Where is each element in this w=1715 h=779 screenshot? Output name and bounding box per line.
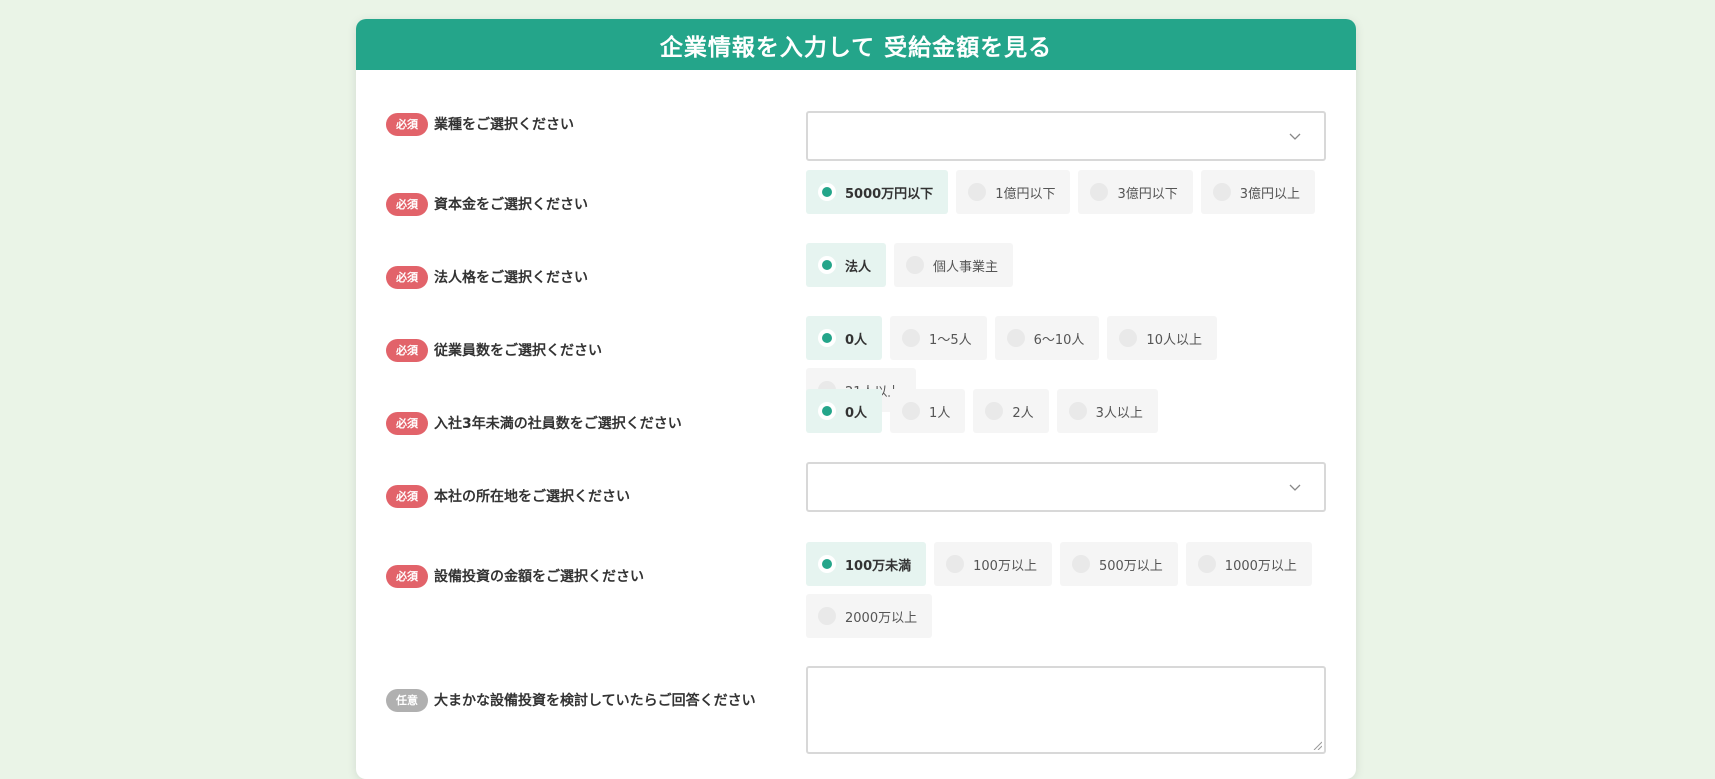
radio-icon: [985, 402, 1004, 420]
location-select[interactable]: [806, 462, 1326, 512]
field-label-text: 法人格をご選択ください: [434, 270, 588, 286]
radio-icon: [1090, 183, 1109, 201]
radio-option[interactable]: 0人: [806, 389, 883, 433]
field-label-text: 従業員数をご選択ください: [434, 343, 602, 359]
radio-option[interactable]: 1億円以下: [956, 170, 1071, 214]
radio-icon: [1197, 555, 1216, 573]
radio-option[interactable]: 1人: [890, 389, 966, 433]
radio-selected-icon: [818, 183, 836, 201]
radio-icon: [1119, 329, 1138, 347]
radio-icon: [818, 607, 836, 625]
radio-icon: [1071, 555, 1090, 573]
radio-option[interactable]: 2000万以上: [806, 594, 933, 638]
resize-handle-icon[interactable]: [1312, 740, 1322, 750]
radio-icon: [902, 402, 921, 420]
field-label-investment-detail: 任意 大まかな設備投資を検討していたらご回答ください: [386, 688, 756, 712]
field-label-text: 入社3年未満の社員数をご選択ください: [434, 416, 682, 432]
radio-option[interactable]: 500万以上: [1059, 542, 1178, 586]
new-employees-options: 0人 1人 2人 3人以上: [806, 389, 1326, 433]
chevron-down-icon: [1289, 484, 1301, 491]
field-label-capital: 必須 資本金をご選択ください: [386, 192, 588, 216]
field-label-text: 本社の所在地をご選択ください: [434, 489, 630, 505]
required-badge: 必須: [386, 564, 428, 588]
entity-options: 法人 個人事業主: [806, 243, 1326, 287]
field-label-text: 大まかな設備投資を検討していたらご回答ください: [434, 693, 756, 709]
radio-option[interactable]: 6～10人: [994, 316, 1100, 360]
field-label-location: 必須 本社の所在地をご選択ください: [386, 484, 630, 508]
radio-option[interactable]: 10人以上: [1107, 316, 1217, 360]
radio-option[interactable]: 100万未満: [806, 542, 927, 586]
radio-icon: [946, 555, 965, 573]
required-badge: 必須: [386, 112, 428, 136]
required-badge: 必須: [386, 338, 428, 362]
required-badge: 必須: [386, 411, 428, 435]
radio-selected-icon: [818, 329, 836, 347]
field-label-text: 設備投資の金額をご選択ください: [434, 569, 644, 585]
form-card: 企業情報を入力して 受給金額を見る 必須 業種をご選択ください 必須 資本金をご…: [356, 19, 1356, 779]
field-label-employees: 必須 従業員数をご選択ください: [386, 338, 602, 362]
radio-icon: [1068, 402, 1087, 420]
radio-selected-icon: [818, 402, 836, 420]
radio-option[interactable]: 3人以上: [1056, 389, 1158, 433]
field-label-entity: 必須 法人格をご選択ください: [386, 265, 588, 289]
radio-option[interactable]: 3億円以下: [1078, 170, 1193, 214]
radio-icon: [1212, 183, 1231, 201]
investment-detail-textarea[interactable]: [806, 666, 1326, 754]
radio-option[interactable]: 1～5人: [890, 316, 987, 360]
radio-option[interactable]: 5000万円以下: [806, 170, 949, 214]
field-label-new-employees: 必須 入社3年未満の社員数をご選択ください: [386, 411, 682, 435]
field-label-text: 資本金をご選択ください: [434, 197, 588, 213]
required-badge: 必須: [386, 484, 428, 508]
radio-option[interactable]: 2人: [973, 389, 1049, 433]
field-label-industry: 必須 業種をご選択ください: [386, 112, 574, 136]
radio-option[interactable]: 0人: [806, 316, 883, 360]
radio-icon: [1006, 329, 1025, 347]
radio-selected-icon: [818, 555, 836, 573]
required-badge: 必須: [386, 265, 428, 289]
chevron-down-icon: [1289, 133, 1301, 140]
industry-select[interactable]: [806, 111, 1326, 161]
radio-icon: [968, 183, 987, 201]
field-label-text: 業種をご選択ください: [434, 117, 574, 133]
radio-selected-icon: [818, 256, 836, 274]
field-label-investment: 必須 設備投資の金額をご選択ください: [386, 564, 644, 588]
required-badge: 必須: [386, 192, 428, 216]
radio-option[interactable]: 法人: [806, 243, 887, 287]
radio-option[interactable]: 1000万以上: [1185, 542, 1312, 586]
radio-icon: [902, 329, 921, 347]
radio-icon: [906, 256, 925, 274]
capital-options: 5000万円以下 1億円以下 3億円以下 3億円以上: [806, 170, 1326, 214]
optional-badge: 任意: [386, 688, 428, 712]
radio-option[interactable]: 100万以上: [934, 542, 1052, 586]
radio-option[interactable]: 個人事業主: [894, 243, 1014, 287]
form-title: 企業情報を入力して 受給金額を見る: [356, 19, 1356, 70]
investment-options: 100万未満 100万以上 500万以上 1000万以上 2000万以上: [806, 542, 1326, 638]
radio-option[interactable]: 3億円以上: [1200, 170, 1316, 214]
